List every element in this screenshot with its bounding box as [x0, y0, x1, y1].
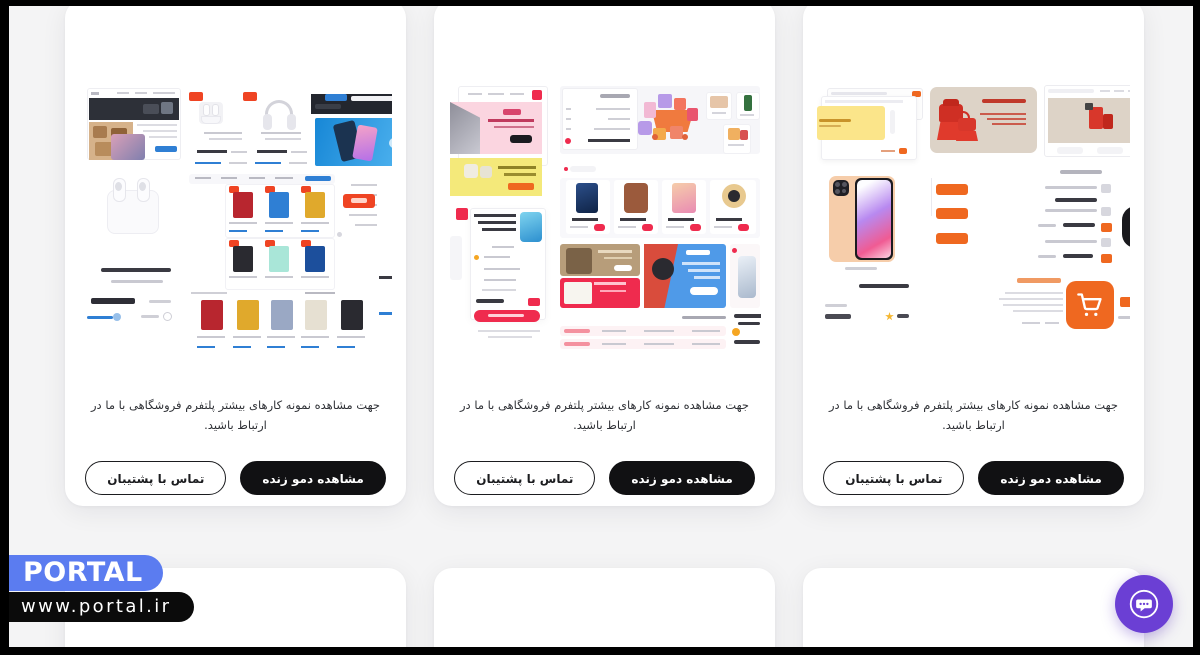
- letterbox-right: [1193, 0, 1200, 655]
- letterbox-left: [0, 0, 9, 655]
- preview-thumbnail[interactable]: [448, 66, 761, 358]
- preview-thumbnail[interactable]: [817, 66, 1130, 358]
- portfolio-card[interactable]: جهت مشاهده نمونه کارهای بیشتر پلتفرم فرو…: [434, 6, 775, 506]
- preview-thumbnail[interactable]: [79, 620, 392, 647]
- card-actions: مشاهده دمو زنده تماس با پشتیبان: [448, 461, 761, 496]
- portfolio-card[interactable]: جهت مشاهده نمونه کارهای بیشتر پلتفرم فرو…: [803, 6, 1144, 506]
- portfolio-grid: جهت مشاهده نمونه کارهای بیشتر پلتفرم فرو…: [56, 6, 1144, 647]
- preview-thumbnail[interactable]: [79, 66, 392, 358]
- view-live-demo-button[interactable]: مشاهده دمو زنده: [609, 461, 755, 496]
- letterbox-bottom: [0, 647, 1200, 655]
- preview-thumbnail[interactable]: [817, 620, 1130, 647]
- contact-support-button[interactable]: تماس با پشتیبان: [85, 461, 227, 496]
- page-canvas: جهت مشاهده نمونه کارهای بیشتر پلتفرم فرو…: [9, 6, 1193, 647]
- card-description: جهت مشاهده نمونه کارهای بیشتر پلتفرم فرو…: [460, 398, 749, 432]
- portfolio-card[interactable]: جهت مشاهده نمونه کارهای بیشتر پلتفرم فرو…: [65, 6, 406, 506]
- contact-support-button[interactable]: تماس با پشتیبان: [823, 461, 965, 496]
- contact-support-button[interactable]: تماس با پشتیبان: [454, 461, 596, 496]
- screen: جهت مشاهده نمونه کارهای بیشتر پلتفرم فرو…: [0, 0, 1200, 655]
- card-actions: مشاهده دمو زنده تماس با پشتیبان: [817, 461, 1130, 496]
- chat-widget-button[interactable]: [1115, 575, 1173, 633]
- chat-bubble-icon: [1129, 589, 1159, 619]
- view-live-demo-button[interactable]: مشاهده دمو زنده: [978, 461, 1124, 496]
- card-description: جهت مشاهده نمونه کارهای بیشتر پلتفرم فرو…: [829, 398, 1118, 432]
- letterbox-top: [0, 0, 1200, 6]
- card-description: جهت مشاهده نمونه کارهای بیشتر پلتفرم فرو…: [91, 398, 380, 432]
- portfolio-card[interactable]: [803, 568, 1144, 647]
- preview-thumbnail[interactable]: [448, 620, 761, 647]
- portfolio-card[interactable]: [434, 568, 775, 647]
- cart-icon: [1077, 293, 1102, 316]
- portfolio-card[interactable]: [65, 568, 406, 647]
- card-actions: مشاهده دمو زنده تماس با پشتیبان: [79, 461, 392, 496]
- view-live-demo-button[interactable]: مشاهده دمو زنده: [240, 461, 386, 496]
